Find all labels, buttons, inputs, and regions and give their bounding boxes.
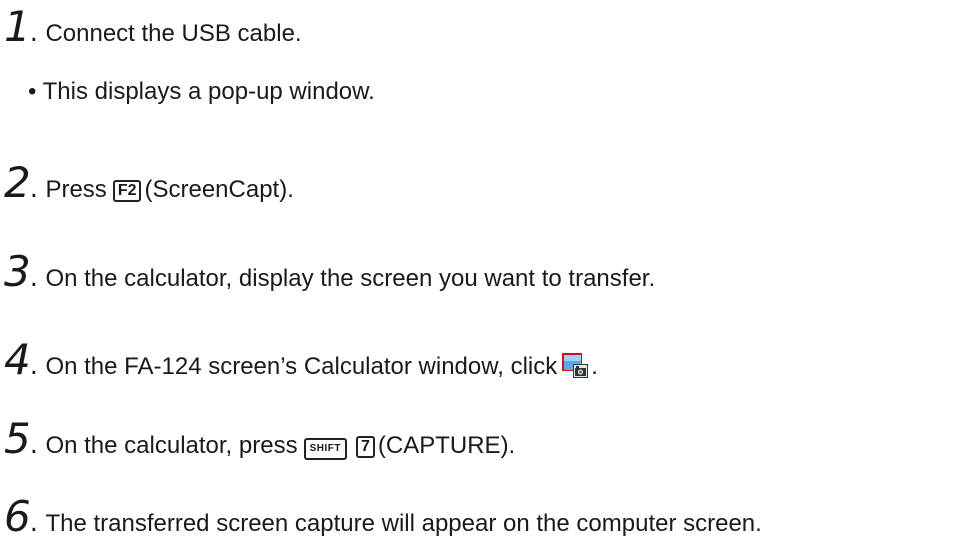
step-6: 6. The transferred screen capture will a… xyxy=(4,496,762,538)
seven-key: 7 xyxy=(355,436,375,458)
step-2: 2. Press F2 (ScreenCapt). xyxy=(4,162,294,204)
step-number: 3. xyxy=(4,247,38,296)
step-text: On the calculator, display the screen yo… xyxy=(45,265,656,292)
step-number: 1. xyxy=(4,2,38,51)
step-1-bullet: • This displays a pop-up window. xyxy=(28,78,375,105)
step-number: 2. xyxy=(4,158,38,207)
step-text: The transferred screen capture will appe… xyxy=(45,510,762,537)
f2-key: F2 xyxy=(112,180,142,202)
shift-key: SHIFT xyxy=(303,438,347,460)
step-text: On the FA-124 screen’s Calculator window… xyxy=(45,352,598,380)
step-4: 4. On the FA-124 screen’s Calculator win… xyxy=(4,339,598,381)
step-text: Connect the USB cable. xyxy=(45,20,302,47)
step-1: 1. Connect the USB cable. xyxy=(4,6,302,48)
step-number: 4. xyxy=(4,335,38,384)
screen-capture-icon[interactable] xyxy=(561,352,589,380)
step-text: On the calculator, press SHIFT 7 (CAPTURE). xyxy=(45,432,516,460)
step-3: 3. On the calculator, display the screen… xyxy=(4,251,655,293)
step-number: 5. xyxy=(4,414,38,463)
step-5: 5. On the calculator, press SHIFT 7 (CAPTUR… xyxy=(4,418,515,460)
step-text: Press F2 (ScreenCapt). xyxy=(45,176,294,203)
step-number: 6. xyxy=(4,492,38,541)
